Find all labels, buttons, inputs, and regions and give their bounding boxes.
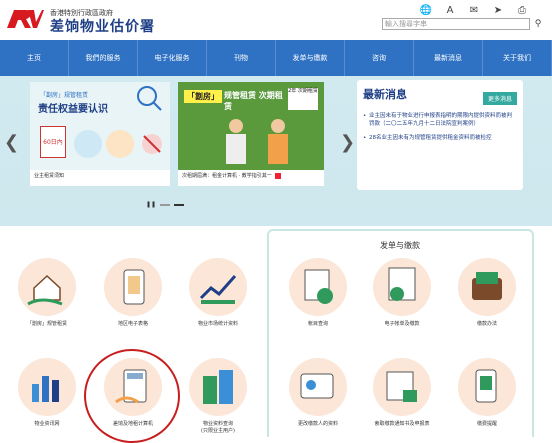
chat-icon[interactable]: ✉ (466, 2, 482, 18)
mobile-pay-icon (475, 369, 497, 403)
bill-icon (388, 267, 416, 301)
text-size-icon[interactable]: A (442, 2, 458, 18)
card1-headline: 责任权益要认识 (38, 104, 108, 115)
nav-eservices[interactable]: 电子化服务 (138, 40, 207, 76)
nav-news[interactable]: 最新消息 (414, 40, 483, 76)
service-tile[interactable]: 物业市场统计资料 (183, 258, 253, 328)
highlight-circle (84, 349, 180, 443)
calculator-sheet-icon (304, 269, 333, 304)
new-badge (274, 172, 281, 179)
carousel-dot[interactable] (160, 203, 171, 206)
banner-card-1[interactable]: 「劏房」规管租赁 责任权益要认识 60日內 业主租赁须知 (30, 82, 170, 186)
carousel-controls: ❚❚ (146, 201, 185, 208)
wallet-icon (472, 272, 502, 300)
tile-label: 帐目查询 (307, 321, 328, 327)
billing-tile[interactable]: 电子帐单及缴款 (367, 258, 437, 328)
service-tile[interactable]: 「劏房」规管租赁 (12, 258, 82, 328)
billing-tile[interactable]: 索取缴款通知书及申报表 (367, 358, 437, 428)
card2-headline: 规管租赁 次期租赁 (224, 91, 283, 111)
news-item[interactable]: 业主因未有于物业进行申报表指明的期限内提供资料而被判罚款（二〇二五年九月十二日法… (363, 112, 517, 128)
pause-icon[interactable]: ❚❚ (146, 201, 156, 208)
banner-next-icon[interactable]: ❯ (340, 132, 355, 153)
service-tile[interactable]: 地区电子表格 (98, 258, 168, 328)
tile-label: 物业资料查询 (只限业主用户) (201, 421, 235, 434)
search-input[interactable]: 輸入搜尋字串 (382, 18, 530, 30)
share-icon[interactable]: ➤ (490, 2, 506, 18)
chart-up-icon (199, 275, 237, 304)
banner-card-2[interactable]: 「劏房」 规管租赁 次期租赁 2年 次期租赁 次租期屆满：租金计算机 · 教学指… (178, 82, 324, 186)
department-name[interactable]: 差饷物业估价署 (50, 16, 155, 36)
card2-tag: 「劏房」 (184, 90, 222, 103)
tile-label: 电子帐单及缴款 (384, 321, 420, 327)
main-nav: 主页 我們的服务 电子化服务 刊物 发单与缴款 咨询 最新消息 关于我们 (0, 40, 552, 76)
nav-about[interactable]: 关于我们 (483, 40, 552, 76)
tile-label: 物业市场统计资料 (197, 321, 238, 327)
nav-billing[interactable]: 发单与缴款 (276, 40, 345, 76)
billing-panel-title: 发单与缴款 (380, 241, 420, 250)
nav-home[interactable]: 主页 (0, 40, 69, 76)
card1-caption: 业主租赁须知 (34, 173, 65, 179)
bar-chart-icon (32, 376, 59, 402)
id-card-icon (300, 373, 334, 399)
carousel-dot[interactable] (174, 203, 185, 206)
nav-publications[interactable]: 刊物 (207, 40, 276, 76)
billing-tile[interactable]: 帐目查询 (283, 258, 353, 328)
tile-label: 地区电子表格 (117, 321, 148, 327)
service-tile[interactable]: 物业资讯网 (12, 358, 82, 428)
tile-label: 缴款办法 (476, 321, 497, 327)
nav-enquiry[interactable]: 咨询 (345, 40, 414, 76)
news-panel: 最新消息 更多消息 业主因未有于物业进行申报表指明的期限内提供资料而被判罚款（二… (357, 80, 523, 190)
utility-icons (74, 130, 162, 158)
rvd-logo-icon[interactable] (6, 8, 44, 30)
card2-caption: 次租期屆满：租金计算机 · 教学指引其一 (182, 173, 272, 179)
tile-label: 物业资讯网 (34, 421, 60, 427)
globe-icon[interactable]: 🌐 (418, 2, 434, 18)
more-news-button[interactable]: 更多消息 (482, 92, 517, 105)
buildings-icon (203, 370, 233, 404)
print-icon[interactable]: ⎙ (514, 2, 530, 18)
phone-form-icon (123, 269, 145, 305)
site-header: 香港特別行政區政府 差饷物业估价署 🌐 A ✉ ➤ ⎙ 輸入搜尋字串 ⚲ (0, 0, 552, 40)
tile-label: 缴费提醒 (476, 421, 497, 427)
house-hand-icon (27, 274, 63, 306)
nav-services[interactable]: 我們的服务 (69, 40, 138, 76)
card1-tag: 「劏房」规管租赁 (40, 92, 89, 99)
billing-tile[interactable]: 缴费提醒 (452, 358, 522, 428)
card2-badge: 2年 次期租赁 (288, 88, 318, 110)
tile-label: 「劏房」规管租赁 (26, 321, 67, 327)
billing-tile[interactable]: 更改缴款人的资料 (283, 358, 353, 428)
search-icon[interactable]: ⚲ (532, 18, 544, 30)
tile-label: 索取缴款通知书及申报表 (374, 421, 430, 427)
calendar-badge: 60日內 (40, 126, 66, 158)
doc-envelope-icon (386, 371, 417, 402)
tile-label: 更改缴款人的资料 (297, 421, 338, 427)
billing-tile[interactable]: 缴款办法 (452, 258, 522, 328)
magnifier-icon (137, 86, 162, 111)
service-tile[interactable]: 物业资料查询 (只限业主用户) (183, 358, 253, 435)
banner-prev-icon[interactable]: ❮ (4, 132, 19, 153)
news-item[interactable]: 28名业主因未有为规管租赁提供租金资料而被检控 (363, 134, 517, 142)
people-illustration (226, 119, 288, 164)
